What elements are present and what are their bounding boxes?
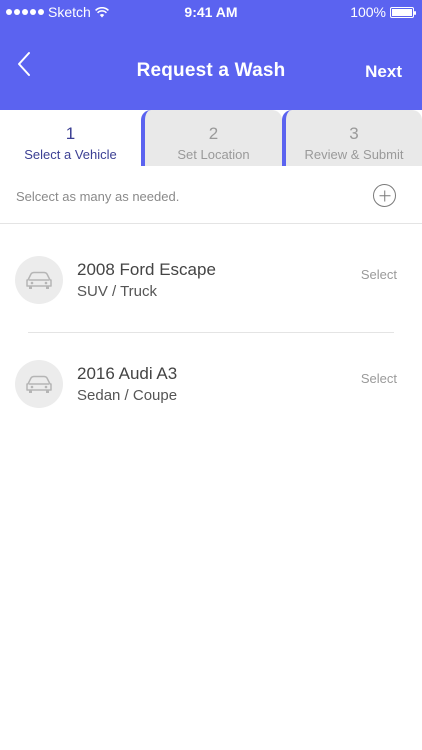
- tab-label: Review & Submit: [304, 147, 404, 162]
- status-bar: Sketch 9:41 AM 100%: [0, 0, 422, 24]
- vehicle-name: 2016 Audi A3: [77, 364, 178, 383]
- tab-label: Set Location: [177, 147, 250, 162]
- battery-percent: 100%: [350, 4, 386, 20]
- add-vehicle-button[interactable]: [373, 184, 396, 207]
- vehicle-type: SUV / Truck: [77, 283, 158, 300]
- tab-select-vehicle[interactable]: 1 Select a Vehicle: [0, 110, 141, 168]
- select-vehicle-button[interactable]: Select: [361, 371, 397, 386]
- step-tabs: 1 Select a Vehicle 2 Set Location 3 Revi…: [0, 110, 422, 168]
- next-button[interactable]: Next: [365, 62, 402, 82]
- tab-label: Select a Vehicle: [24, 147, 117, 162]
- tab-set-location[interactable]: 2 Set Location: [141, 110, 282, 166]
- vehicle-type: Sedan / Coupe: [77, 387, 178, 404]
- car-icon: [15, 256, 63, 304]
- list-divider: [28, 332, 394, 333]
- hint-text: Selcect as many as needed.: [16, 189, 180, 204]
- car-icon: [15, 360, 63, 408]
- tab-review-submit[interactable]: 3 Review & Submit: [282, 110, 422, 166]
- tab-number: 3: [349, 124, 359, 143]
- hint-row: Selcect as many as needed.: [0, 168, 422, 224]
- tab-number: 2: [208, 124, 219, 143]
- tab-number: 1: [65, 124, 76, 143]
- vehicle-name: 2008 Ford Escape: [77, 260, 216, 279]
- battery-info: 100%: [350, 4, 416, 20]
- select-vehicle-button[interactable]: Select: [361, 267, 397, 282]
- vehicle-list-item[interactable]: 2016 Audi A3 Sedan / Coupe Select: [0, 348, 422, 428]
- app-header: Sketch 9:41 AM 100% Request a Wash Next: [0, 0, 422, 110]
- battery-icon: [390, 6, 416, 18]
- page-title: Request a Wash: [136, 60, 286, 81]
- vehicle-list-item[interactable]: 2008 Ford Escape SUV / Truck Select: [0, 244, 422, 324]
